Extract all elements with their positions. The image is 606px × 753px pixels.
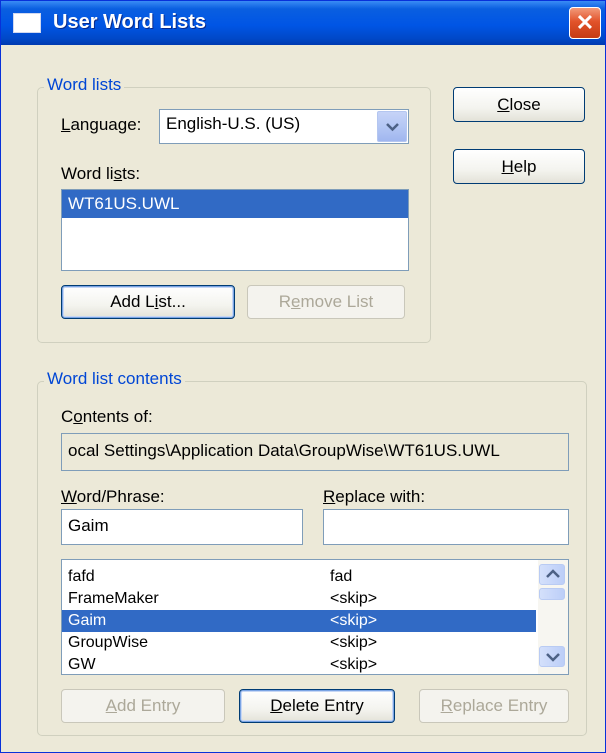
word-lists-label: Word lists: xyxy=(61,164,141,183)
word-lists-legend: Word lists xyxy=(44,75,125,95)
close-window-button[interactable]: ✕ xyxy=(569,7,601,39)
word-lists-listbox[interactable]: WT61US.UWL xyxy=(61,189,409,271)
remove-list-button[interactable]: Remove List xyxy=(247,285,405,319)
scroll-thumb[interactable] xyxy=(539,588,565,600)
entry-row[interactable]: GroupWise <skip> xyxy=(62,632,568,654)
entries-scrollbar[interactable] xyxy=(538,560,568,674)
scroll-down-button[interactable] xyxy=(539,646,565,667)
entry-row[interactable]: GW <skip> xyxy=(62,654,568,674)
contents-of-path-field: ocal Settings\Application Data\GroupWise… xyxy=(61,433,569,471)
replace-with-label: Replace with: xyxy=(323,487,426,506)
contents-of-label: Contents of: xyxy=(61,407,153,426)
language-value: English-U.S. (US) xyxy=(166,114,301,133)
entry-row[interactable]: fafd fad xyxy=(62,566,568,588)
add-entry-button[interactable]: Add Entry xyxy=(61,689,225,723)
window-title: User Word Lists xyxy=(53,11,206,33)
word-phrase-label: Word/Phrase: xyxy=(61,487,165,506)
close-button[interactable]: Close xyxy=(453,87,585,122)
window-icon xyxy=(13,13,41,33)
replace-entry-button[interactable]: Replace Entry xyxy=(419,689,569,723)
word-phrase-input[interactable]: Gaim xyxy=(61,509,303,545)
dropdown-arrow-button[interactable] xyxy=(377,111,407,142)
language-label: Language: xyxy=(61,115,142,134)
replace-with-input[interactable] xyxy=(323,509,569,545)
close-icon: ✕ xyxy=(575,10,595,35)
chevron-down-icon xyxy=(386,123,399,132)
word-list-contents-legend: Word list contents xyxy=(44,369,185,389)
entries-listbox[interactable]: fafd fad FrameMaker <skip> Gaim <skip> G… xyxy=(61,559,569,675)
scroll-up-button[interactable] xyxy=(539,564,565,585)
word-list-item[interactable]: WT61US.UWL xyxy=(62,190,408,218)
user-word-lists-dialog: User Word Lists ✕ Word lists Language: E… xyxy=(0,0,606,753)
title-bar[interactable]: User Word Lists ✕ xyxy=(1,1,605,45)
chevron-down-icon xyxy=(546,653,560,662)
language-combobox[interactable]: English-U.S. (US) xyxy=(159,109,409,144)
entry-row-selected[interactable]: Gaim <skip> xyxy=(62,610,536,632)
add-list-button[interactable]: Add List... xyxy=(61,285,235,319)
delete-entry-button[interactable]: Delete Entry xyxy=(239,689,395,723)
chevron-up-icon xyxy=(546,569,560,578)
help-button[interactable]: Help xyxy=(453,149,585,184)
entry-row[interactable]: FrameMaker <skip> xyxy=(62,588,568,610)
